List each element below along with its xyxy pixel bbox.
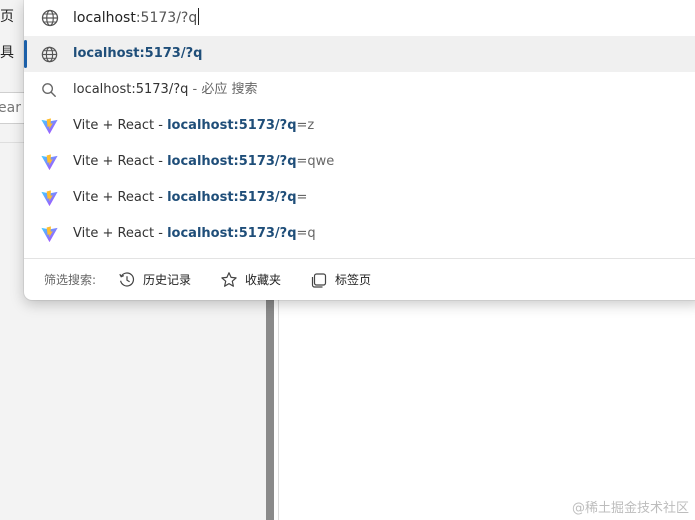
vite-logo-icon: [41, 190, 58, 207]
background-search-input[interactable]: ear: [0, 92, 27, 124]
suggestion-label: Vite + React - localhost:5173/?q=qwe: [73, 154, 335, 169]
suggestion-item-history[interactable]: Vite + React - localhost:5173/?q=q: [24, 216, 695, 252]
vite-logo-icon: [41, 226, 58, 243]
background-menu-fragment: 具: [0, 45, 14, 61]
filter-favorites-label: 收藏夹: [245, 273, 282, 287]
suggestion-item-url[interactable]: localhost:5173/?q: [24, 36, 695, 72]
address-input[interactable]: localhost:5173/?q: [73, 8, 200, 28]
filter-label: 筛选搜索:: [44, 273, 97, 287]
address-suggestions-dropdown: localhost:5173/?q localhost:5173/?q loca…: [24, 0, 695, 300]
history-icon: [119, 272, 135, 287]
address-bar[interactable]: localhost:5173/?q: [24, 0, 695, 36]
suggestion-label: Vite + React - localhost:5173/?q=z: [73, 118, 315, 133]
globe-icon: [41, 9, 59, 27]
watermark: @稀土掘金技术社区: [571, 501, 689, 516]
suggestion-label: Vite + React - localhost:5173/?q=: [73, 190, 308, 205]
filter-history-label: 历史记录: [143, 273, 192, 287]
typed-host: localhost: [73, 10, 136, 26]
suggestion-label: Vite + React - localhost:5173/?q=q: [73, 226, 316, 241]
background-splitter[interactable]: [266, 300, 274, 520]
search-icon: [42, 83, 56, 97]
suggestion-item-history[interactable]: Vite + React - localhost:5173/?q=: [24, 180, 695, 216]
suggestion-label: localhost:5173/?q: [73, 46, 203, 61]
filter-history-button[interactable]: 历史记录: [118, 269, 198, 291]
suggestion-item-history[interactable]: Vite + React - localhost:5173/?q=z: [24, 108, 695, 144]
selection-indicator: [24, 40, 27, 68]
filter-tabs-button[interactable]: 标签页: [310, 269, 380, 291]
filter-tabs-label: 标签页: [335, 273, 372, 287]
suggestion-label: localhost:5173/?q - 必应 搜索: [73, 82, 258, 97]
vite-logo-icon: [41, 118, 58, 135]
search-filter-bar: 筛选搜索: 历史记录 收藏夹 标签页: [24, 258, 695, 301]
filter-favorites-button[interactable]: 收藏夹: [220, 269, 290, 291]
tabs-icon: [311, 273, 327, 288]
star-icon: [221, 272, 237, 287]
suggestion-item-search[interactable]: localhost:5173/?q - 必应 搜索: [24, 72, 695, 108]
typed-rest: :5173/?q: [135, 10, 198, 26]
suggestion-item-history[interactable]: Vite + React - localhost:5173/?q=qwe: [24, 144, 695, 180]
vite-logo-icon: [41, 154, 58, 171]
browser-window: 页 具 ear @稀土掘金技术社区 localhost:5173/?q loca…: [0, 0, 695, 520]
background-tab-fragment: 页: [0, 9, 14, 25]
globe-icon: [41, 46, 58, 63]
background-pane-border: [278, 300, 279, 520]
text-caret: [198, 8, 200, 25]
